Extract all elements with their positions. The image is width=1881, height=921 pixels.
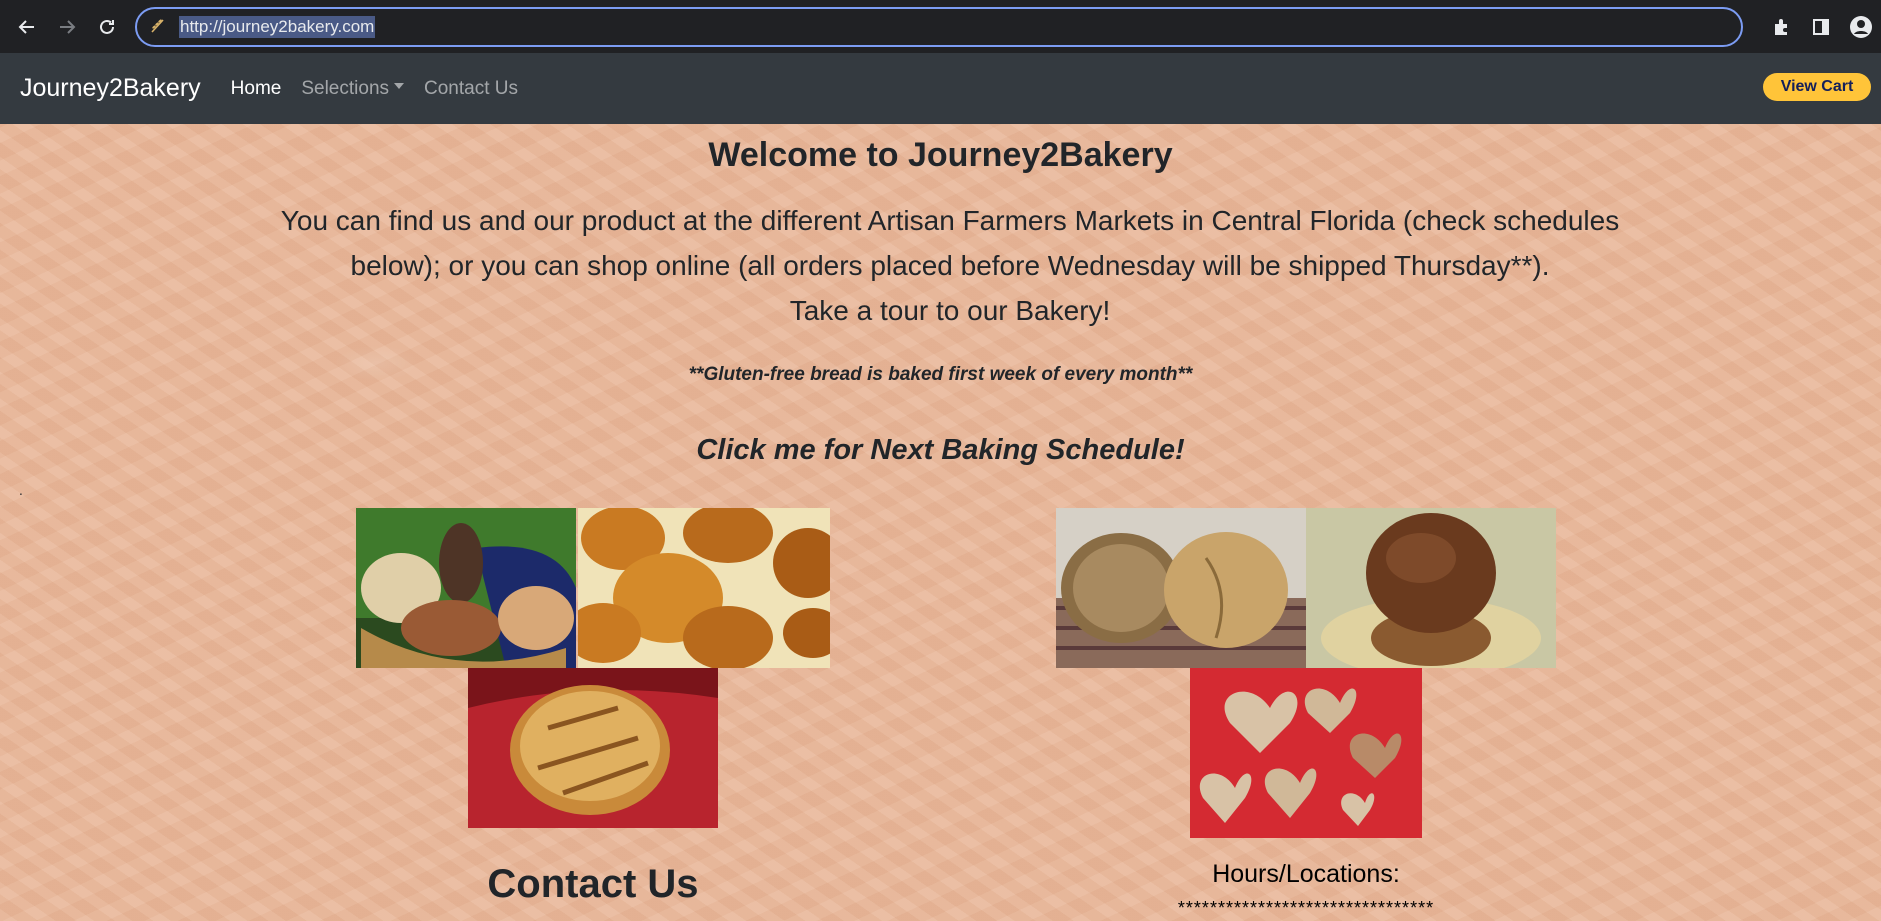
gluten-free-note: **Gluten-free bread is baked first week … bbox=[688, 364, 1193, 385]
nav-contact[interactable]: Contact Us bbox=[424, 78, 518, 100]
caret-down-icon bbox=[394, 83, 405, 90]
profile-icon[interactable] bbox=[1841, 15, 1881, 39]
site-navbar: Journey2Bakery Home Selections Contact U… bbox=[0, 53, 1881, 124]
hours-locations-heading: Hours/Locations: bbox=[1212, 860, 1400, 888]
intro-line-1: You can find us and our product at the d… bbox=[280, 205, 1620, 236]
arrow-left-icon bbox=[18, 20, 34, 34]
nav-home[interactable]: Home bbox=[231, 78, 282, 100]
stray-dot: . bbox=[19, 484, 23, 498]
intro-text: You can find us and our product at the d… bbox=[225, 198, 1675, 333]
reload-button[interactable] bbox=[92, 12, 122, 42]
main-content: Welcome to Journey2Bakery You can find u… bbox=[0, 124, 1881, 921]
back-button[interactable] bbox=[12, 12, 42, 42]
intro-line-3: Take a tour to our Bakery! bbox=[789, 295, 1111, 326]
wheat-icon bbox=[149, 16, 169, 38]
side-panel-icon[interactable] bbox=[1801, 17, 1841, 37]
heart-cookies-photo[interactable] bbox=[1190, 668, 1422, 838]
browser-toolbar: http://journey2bakery.com bbox=[0, 0, 1881, 53]
contact-heading: Contact Us bbox=[487, 862, 699, 906]
view-cart-button[interactable]: View Cart bbox=[1763, 73, 1871, 101]
browser-actions bbox=[1761, 0, 1881, 53]
extensions-icon[interactable] bbox=[1761, 17, 1801, 37]
round-loaf-basket-photo[interactable] bbox=[1306, 508, 1556, 668]
sliced-bread-photo[interactable] bbox=[1056, 508, 1306, 668]
nav-selections-label: Selections bbox=[301, 77, 390, 99]
forward-button[interactable] bbox=[52, 12, 82, 42]
nav-selections-dropdown[interactable]: Selections bbox=[301, 77, 405, 100]
intro-line-2: below); or you can shop online (all orde… bbox=[350, 250, 1550, 281]
artisan-loaf-photo[interactable] bbox=[468, 668, 718, 828]
sesame-buns-photo[interactable] bbox=[578, 508, 830, 668]
url-text[interactable]: http://journey2bakery.com bbox=[179, 16, 376, 38]
stars-divider: ******************************** bbox=[1177, 898, 1435, 918]
page-title: Welcome to Journey2Bakery bbox=[708, 136, 1173, 174]
brand-logo[interactable]: Journey2Bakery bbox=[20, 74, 201, 103]
nav-links: Home Selections Contact Us bbox=[231, 78, 538, 100]
bread-basket-photo[interactable] bbox=[356, 508, 576, 668]
arrow-right-icon bbox=[60, 20, 76, 34]
baking-schedule-link[interactable]: Click me for Next Baking Schedule! bbox=[0, 434, 1881, 467]
address-bar[interactable]: http://journey2bakery.com bbox=[135, 7, 1743, 47]
reload-icon bbox=[100, 19, 114, 34]
